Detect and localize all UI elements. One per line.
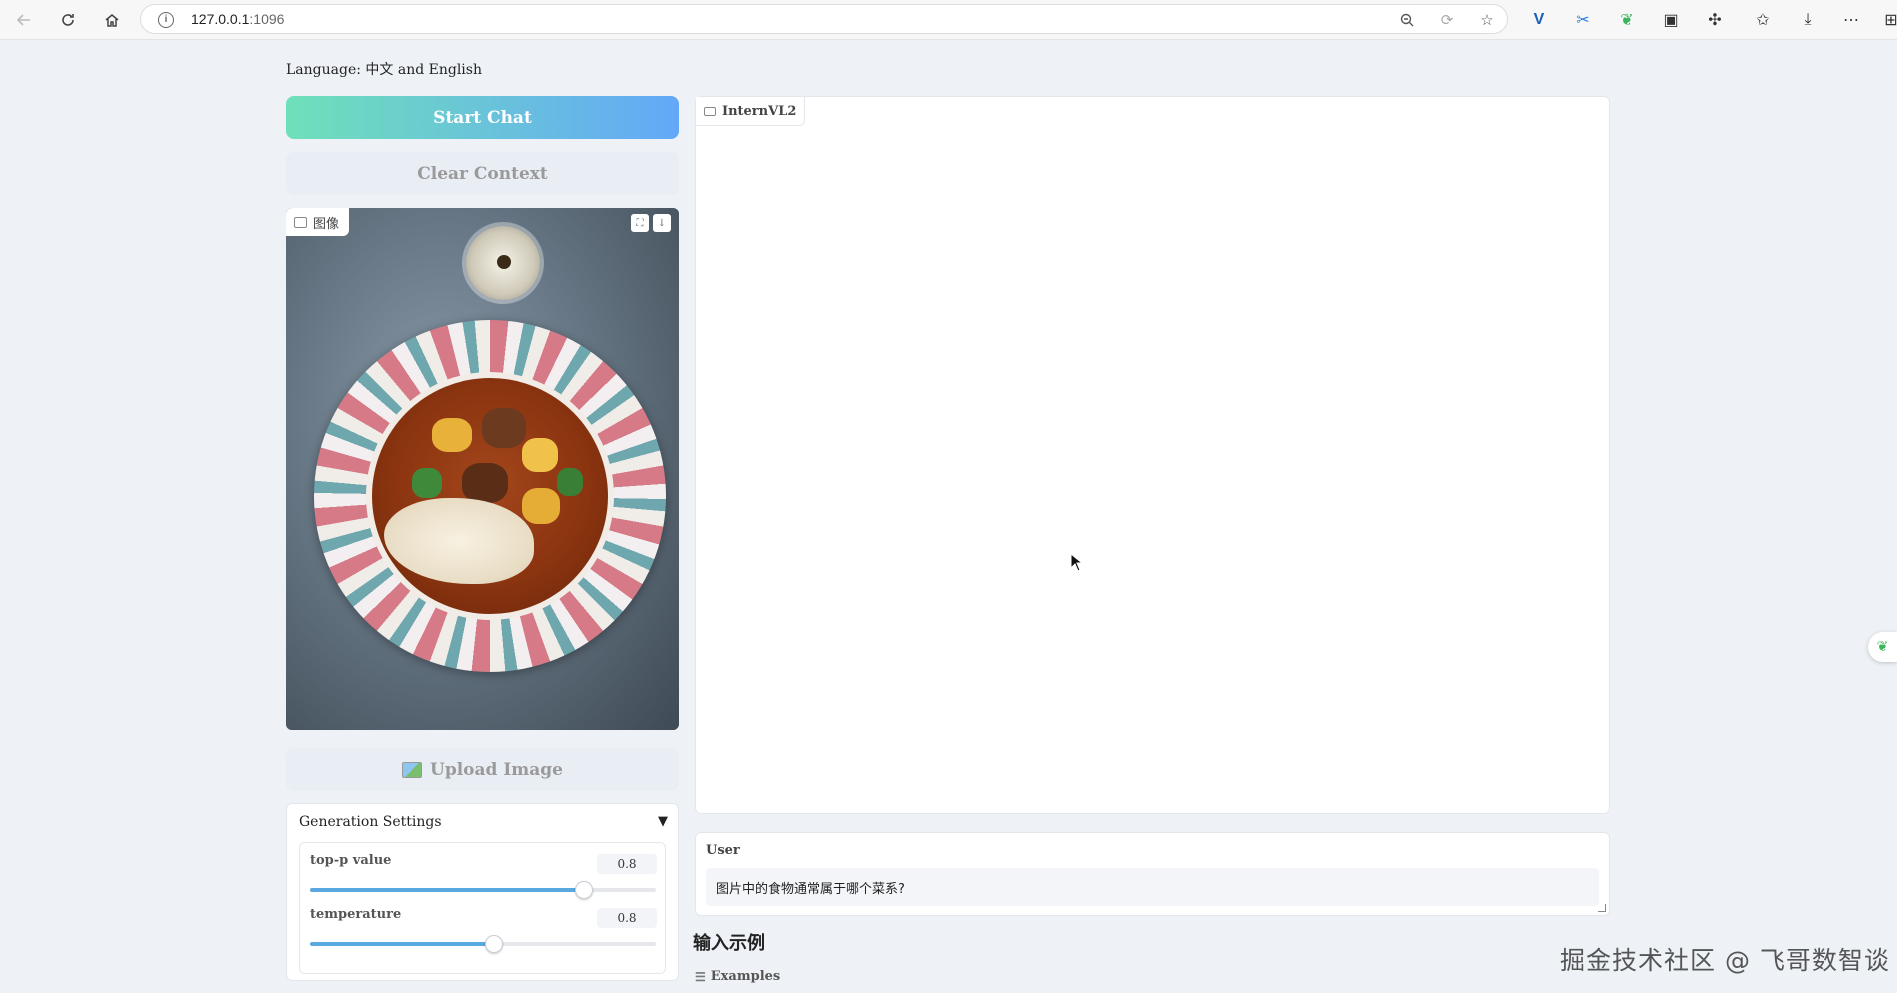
user-label: User (706, 843, 740, 858)
user-textarea[interactable]: 图片中的食物通常属于哪个菜系? (706, 868, 1599, 906)
watermark: 掘金技术社区 @ 飞哥数智谈 (1560, 946, 1890, 975)
star-icon[interactable]: ☆ (1477, 10, 1497, 30)
resize-handle-icon[interactable] (1598, 904, 1606, 912)
browser-toolbar: i 127.0.0.1:1096 ⟳ ☆ V ✂ ❦ ▣ ✣ ✩ ⤓ ⋯ ⊞ (0, 0, 1897, 40)
more-icon[interactable]: ⋯ (1840, 9, 1862, 31)
temperature-slider[interactable] (310, 935, 656, 953)
settings-title[interactable]: Generation Settings (299, 814, 442, 830)
download-icon[interactable]: ⤓ (1797, 9, 1819, 31)
chat-bubble-icon (704, 106, 716, 116)
food-photo (286, 208, 679, 730)
favorites-icon[interactable]: ✩ (1752, 9, 1774, 31)
translate-icon[interactable]: ⟳ (1437, 10, 1457, 30)
fullscreen-icon[interactable]: ⛶ (631, 214, 649, 232)
settings-sliders: top-p value 0.8 temperature 0.8 (299, 842, 666, 974)
top-p-label: top-p value (310, 853, 392, 868)
top-p-slider[interactable] (310, 881, 656, 899)
address-bar[interactable]: i 127.0.0.1:1096 ⟳ ☆ (140, 4, 1508, 34)
chat-panel: InternVL2 (695, 96, 1610, 814)
collapse-caret-icon[interactable]: ▼ (658, 814, 668, 829)
temperature-label: temperature (310, 907, 402, 922)
image-label: 图像 (286, 208, 350, 236)
image-tools: ⛶ ↓ (631, 214, 671, 232)
chatbot-label: InternVL2 (696, 97, 806, 126)
temperature-value-input[interactable]: 0.8 (597, 908, 657, 928)
image-label-text: 图像 (313, 216, 340, 232)
plate (314, 320, 666, 672)
image-panel[interactable]: 图像 ⛶ ↓ (286, 208, 679, 730)
bottom-edge (0, 993, 1897, 997)
chatbot-label-text: InternVL2 (722, 103, 797, 119)
extension-scissors-icon[interactable]: ✂ (1572, 9, 1594, 31)
top-p-slider-thumb[interactable] (575, 881, 594, 899)
image-icon (294, 216, 307, 228)
glass (466, 226, 540, 300)
extension-box-icon[interactable]: ▣ (1660, 9, 1682, 31)
home-icon[interactable] (100, 8, 124, 32)
sidebar-toggle-icon[interactable]: ⊞ (1880, 9, 1897, 31)
puzzle-icon[interactable]: ✣ (1704, 9, 1726, 31)
extension-v-icon[interactable]: V (1528, 9, 1550, 31)
zoom-out-icon[interactable] (1397, 10, 1417, 30)
reload-icon[interactable] (56, 8, 80, 32)
info-icon[interactable]: i (158, 12, 174, 28)
mouse-cursor-icon (1070, 553, 1084, 572)
examples-label: ☰ Examples (695, 969, 780, 984)
top-p-value-input[interactable]: 0.8 (597, 854, 657, 874)
upload-picture-icon (402, 761, 422, 778)
clear-context-button[interactable]: Clear Context (286, 152, 679, 195)
url-text[interactable]: 127.0.0.1:1096 (191, 11, 284, 27)
upload-image-label: Upload Image (430, 759, 563, 780)
temperature-slider-thumb[interactable] (485, 935, 504, 953)
user-input-box: User 图片中的食物通常属于哪个菜系? (695, 832, 1610, 916)
side-leaf-icon[interactable]: ❦ (1868, 632, 1897, 662)
extension-leaf-icon[interactable]: ❦ (1616, 9, 1638, 31)
upload-image-button[interactable]: Upload Image (286, 748, 679, 791)
generation-settings-panel: Generation Settings ▼ top-p value 0.8 te… (286, 803, 679, 981)
examples-label-text: Examples (710, 969, 781, 984)
list-icon: ☰ (695, 969, 706, 984)
language-text: Language: 中文 and English (286, 62, 482, 78)
back-icon[interactable] (12, 8, 36, 32)
examples-heading: 输入示例 (693, 933, 765, 954)
download-image-icon[interactable]: ↓ (653, 214, 671, 232)
start-chat-button[interactable]: Start Chat (286, 96, 679, 139)
